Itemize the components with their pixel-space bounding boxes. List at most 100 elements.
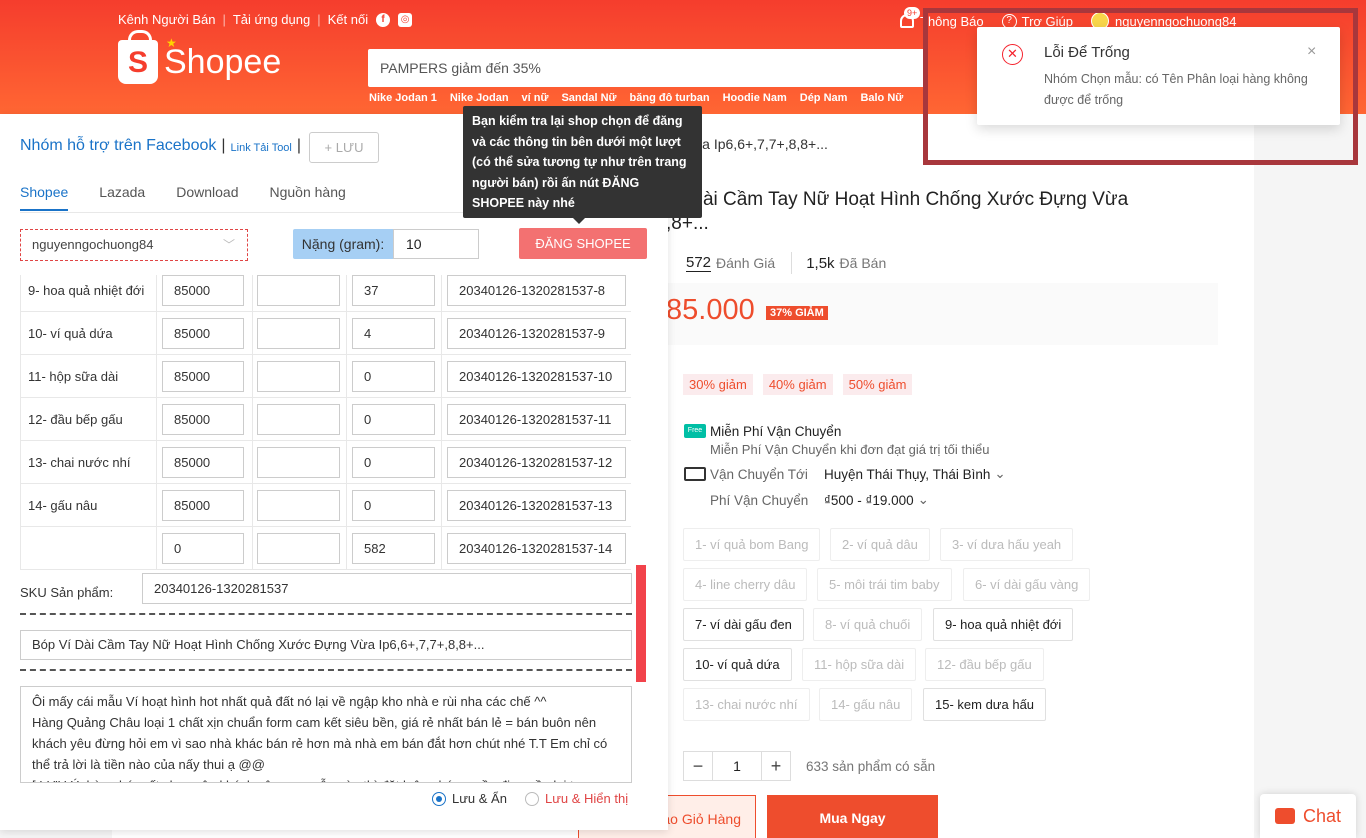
variation-option[interactable]: 6- ví dài gấu vàng	[963, 568, 1091, 601]
tab-shopee[interactable]: Shopee	[20, 184, 69, 211]
voucher-tag[interactable]: 30% giảm	[683, 374, 753, 395]
sku-input[interactable]: 20340126-1320281537-10	[447, 361, 626, 392]
facebook-group-link[interactable]: Nhóm hỗ trợ trên Facebook	[20, 137, 216, 155]
product-title-input[interactable]: Bóp Ví Dài Cầm Tay Nữ Hoạt Hình Chống Xư…	[20, 630, 632, 660]
weight-input[interactable]: 10	[393, 229, 479, 259]
product-title-line1: Ví Dài Cầm Tay Nữ Hoạt Hình Chống Xước Đ…	[666, 189, 1129, 210]
hint-link[interactable]: Dép Nam	[800, 92, 848, 104]
variation-option[interactable]: 10- ví quả dứa	[683, 648, 792, 681]
search-hints: Nike Jodan 1 Nike Jodan ví nữ Sandal Nữ …	[369, 92, 916, 104]
variation-option[interactable]: 2- ví quả dâu	[830, 528, 930, 561]
voucher-tag[interactable]: 50% giảm	[842, 374, 913, 395]
scrollbar[interactable]	[636, 565, 646, 682]
chevron-down-icon[interactable]: ⌄	[994, 466, 1005, 482]
price-input[interactable]: 85000	[162, 361, 244, 392]
variation-option[interactable]: 13- chai nước nhí	[683, 688, 810, 721]
stock-input[interactable]: 582	[352, 533, 435, 564]
save-mode-radios: Lưu & Ẩn Lưu & Hiển thị	[432, 791, 628, 806]
hint-link[interactable]: Hoodie Nam	[723, 92, 787, 104]
stock-input[interactable]: 0	[352, 404, 435, 435]
price-input[interactable]: 85000	[162, 490, 244, 521]
shopping-bag-icon: S	[118, 30, 158, 84]
radio-save-hide-label[interactable]: Lưu & Ẩn	[452, 791, 507, 806]
decrease-button[interactable]: −	[683, 751, 713, 781]
variation-option[interactable]: 14- gấu nâu	[819, 688, 913, 721]
ship-to-value[interactable]: Huyện Thái Thụy, Thái Bình	[824, 467, 990, 482]
variation-option[interactable]: 9- hoa quả nhiệt đới	[933, 608, 1074, 641]
empty-input[interactable]	[257, 447, 340, 478]
sku-input[interactable]: 20340126-1320281537-14	[447, 533, 626, 564]
variation-option[interactable]: 4- line cherry dâu	[683, 568, 808, 601]
variation-option[interactable]: 11- hộp sữa dài	[802, 648, 917, 681]
shop-select[interactable]: nguyenngochuong84 ﹀	[20, 229, 248, 261]
hint-link[interactable]: băng đô turban	[630, 92, 710, 104]
tab-lazada[interactable]: Lazada	[99, 184, 145, 211]
shopee-logo[interactable]: S Shopee	[118, 30, 281, 84]
stock-input[interactable]: 37	[352, 275, 435, 306]
variation-option[interactable]: 1- ví quả bom Bang	[683, 528, 821, 561]
description-line: Hàng Quảng Châu loại 1 chất xịn chuẩn fo…	[32, 715, 608, 772]
empty-input[interactable]	[257, 275, 340, 306]
empty-input[interactable]	[257, 490, 340, 521]
variation-option[interactable]: 5- môi trái tim baby	[817, 568, 952, 601]
price-input[interactable]: 0	[162, 533, 244, 564]
download-tool-link[interactable]: Link Tải Tool	[231, 142, 292, 154]
empty-input[interactable]	[257, 318, 340, 349]
sku-input[interactable]: 20340126-1320281537-12	[447, 447, 626, 478]
product-sku-input[interactable]: 20340126-1320281537	[142, 573, 632, 604]
variation-option[interactable]: 12- đầu bếp gấu	[925, 648, 1044, 681]
facebook-icon[interactable]: f	[376, 12, 391, 27]
increase-button[interactable]: +	[761, 751, 791, 781]
hint-link[interactable]: Nike Jodan 1	[369, 92, 437, 104]
variation-option[interactable]: 15- kem dưa hấu	[923, 688, 1047, 721]
price-input[interactable]: 85000	[162, 447, 244, 478]
ship-fee-value[interactable]: ₫500 - ₫19.000	[824, 493, 914, 508]
variation-option[interactable]: 8- ví quả chuối	[813, 608, 923, 641]
buy-now-button[interactable]: Mua Ngay	[767, 795, 938, 838]
sku-input[interactable]: 20340126-1320281537-9	[447, 318, 626, 349]
variation-name: 13- chai nước nhí	[20, 441, 157, 484]
empty-input[interactable]	[257, 533, 340, 564]
radio-save-show[interactable]	[524, 791, 539, 806]
stock-input[interactable]: 0	[352, 361, 435, 392]
radio-save-show-label[interactable]: Lưu & Hiển thị	[545, 791, 628, 806]
ratings-count[interactable]: 572	[686, 254, 712, 272]
hint-link[interactable]: Nike Jodan	[450, 92, 509, 104]
search-input[interactable]: PAMPERS giảm đến 35%	[368, 49, 928, 87]
save-button[interactable]: + LƯU	[309, 132, 379, 163]
price-input[interactable]: 85000	[162, 404, 244, 435]
tab-source[interactable]: Nguồn hàng	[269, 184, 345, 211]
variation-option[interactable]: 3- ví dưa hấu yeah	[940, 528, 1074, 561]
variation-name: 12- đầu bếp gấu	[20, 398, 157, 441]
error-title: Lỗi Để Trống	[1044, 44, 1130, 61]
description-textarea[interactable]: Ôi mấy cái mẫu Ví hoạt hình hot nhất quả…	[20, 686, 632, 783]
instagram-icon[interactable]: ◎	[398, 12, 413, 27]
sku-input[interactable]: 20340126-1320281537-11	[447, 404, 626, 435]
price-input[interactable]: 85000	[162, 275, 244, 306]
sku-input[interactable]: 20340126-1320281537-8	[447, 275, 626, 306]
voucher-tag[interactable]: 40% giảm	[762, 374, 833, 395]
download-app-link[interactable]: Tải ứng dụng	[233, 12, 310, 27]
variation-option[interactable]: 7- ví dài gấu đen	[683, 608, 804, 641]
hint-link[interactable]: Balo Nữ	[860, 92, 903, 104]
chat-button[interactable]: Chat	[1260, 794, 1356, 838]
product-stats: 572 Đánh Giá 1,5k Đã Bán	[686, 252, 902, 274]
hint-link[interactable]: Sandal Nữ	[561, 92, 616, 104]
quantity-input[interactable]: 1	[713, 751, 761, 781]
close-icon[interactable]: ×	[1307, 43, 1316, 61]
empty-input[interactable]	[257, 361, 340, 392]
post-shopee-button[interactable]: ĐĂNG SHOPEE	[519, 228, 647, 259]
stock-input[interactable]: 0	[352, 447, 435, 478]
stock-input[interactable]: 4	[352, 318, 435, 349]
stock-input[interactable]: 0	[352, 490, 435, 521]
ship-fee-label: Phí Vận Chuyển	[710, 492, 809, 508]
price-input[interactable]: 85000	[162, 318, 244, 349]
seller-channel-link[interactable]: Kênh Người Bán	[118, 12, 215, 27]
tab-download[interactable]: Download	[176, 184, 238, 211]
hint-link[interactable]: ví nữ	[522, 92, 549, 104]
empty-input[interactable]	[257, 404, 340, 435]
radio-save-hide[interactable]	[432, 791, 446, 806]
variation-name	[20, 527, 157, 570]
sku-input[interactable]: 20340126-1320281537-13	[447, 490, 626, 521]
chevron-down-icon[interactable]: ⌄	[918, 492, 929, 508]
